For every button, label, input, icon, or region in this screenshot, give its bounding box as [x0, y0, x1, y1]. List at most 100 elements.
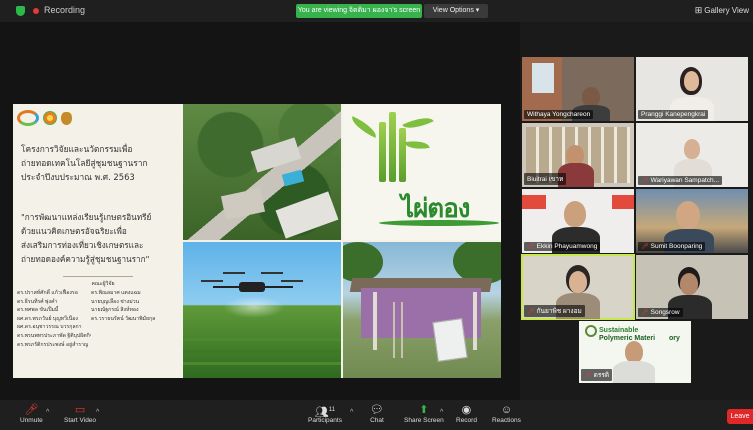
chevron-up-icon[interactable]: ^	[440, 409, 443, 416]
banner-line: Sustainable	[599, 327, 639, 334]
leave-meeting-button[interactable]: Leave	[727, 409, 753, 424]
security-shield-icon[interactable]	[16, 6, 25, 16]
video-off-icon: ▭	[74, 404, 86, 416]
tree	[343, 242, 383, 282]
participant-video-tile[interactable]: 🎤︎ Ekkin Phayuamwong	[522, 189, 634, 253]
participant-video-tile[interactable]: Withaya Yongchareon	[522, 57, 634, 121]
reactions-smiley-icon: ☺	[500, 404, 513, 416]
farm-house-photo	[343, 242, 501, 378]
bamboo-leaf	[402, 112, 434, 134]
banner-text: Sustainable Polymeric Materi ory	[599, 327, 680, 343]
unmute-button[interactable]: 🎤︎ Unmute	[20, 403, 43, 424]
house-post	[373, 292, 377, 350]
team-member: ดร.พรนพทรประภาพัด ฐิติบุปผิตกิจ	[17, 332, 91, 339]
participant-head	[582, 87, 600, 107]
share-screen-button[interactable]: ⬆ Share Screen	[404, 403, 444, 424]
chat-icon: 💬︎	[370, 404, 384, 416]
drone-spraying-photo	[183, 242, 341, 378]
spray-mist	[223, 296, 285, 318]
recycle-icon	[585, 325, 597, 337]
bamboo-logo-panel: ไผ่ตอง	[343, 104, 501, 240]
view-options-button[interactable]: View Options ▾	[424, 4, 488, 18]
muted-mic-icon: 🎤︎	[527, 244, 535, 250]
bamboo-leaf	[348, 116, 380, 138]
participant-video-tile[interactable]: 🎤︎ Sumit Boonparing	[636, 189, 748, 253]
team-row: ดร.ปราสท์ศักดิ์ แก้วเฟื่องรอ ดร.พิณลมาศ แ…	[17, 289, 179, 298]
participant-video-tile[interactable]: 🎤︎ Songsrow	[636, 255, 748, 319]
participant-head	[684, 139, 700, 159]
pool-shape	[281, 169, 305, 187]
participant-video-tile[interactable]: Sustainable Polymeric Materi ory 🎤︎ ดรรดิ	[579, 321, 691, 383]
royal-seal-logo	[61, 111, 72, 125]
muted-mic-icon: 🎤︎	[527, 309, 535, 315]
participants-count: 11	[328, 407, 336, 413]
participant-head	[625, 341, 643, 363]
banner-line: Polymeric Materi ory	[599, 335, 680, 343]
recording-label: Recording	[44, 5, 86, 15]
chat-button[interactable]: 💬︎ Chat	[370, 403, 384, 424]
muted-mic-icon: 🎤︎	[641, 178, 649, 184]
muted-microphone-icon: 🎤︎	[24, 404, 39, 416]
participant-name: Withaya Yongchareon	[524, 110, 594, 119]
whiteboard	[432, 318, 468, 362]
background-window	[532, 63, 554, 93]
meeting-toolbar: 🎤︎ Unmute ^ ▭ Start Video ^ 👥︎11 Partici…	[0, 400, 753, 430]
team-member: ดร.วราธนรัตน์ วัฒนาพิมัยกุล	[91, 315, 156, 322]
aerial-farm-photo	[183, 104, 341, 240]
team-heading: คณะผู้วิจัย	[91, 281, 115, 287]
participants-icon: 👥︎11	[314, 406, 336, 419]
record-button[interactable]: ◉ Record	[456, 403, 477, 424]
banner-background	[522, 195, 546, 209]
share-screen-icon: ⬆	[419, 404, 429, 416]
slide-logos	[17, 110, 72, 126]
participant-name: Pranggi Kanepengkrai	[638, 110, 709, 119]
participant-name: 🎤︎ Wariyawan Sampatch...	[638, 176, 723, 185]
field-row	[183, 362, 341, 365]
chevron-up-icon[interactable]: ^	[46, 409, 49, 416]
participant-name: 🎤︎ Ekkin Phayuamwong	[524, 242, 601, 251]
muted-mic-icon: 🎤︎	[641, 310, 649, 316]
chevron-up-icon[interactable]: ^	[350, 409, 353, 416]
bamboo-swoosh	[379, 220, 499, 226]
chevron-up-icon[interactable]: ^	[96, 409, 99, 416]
gallery-view-label: Gallery View	[704, 6, 749, 15]
field-row	[183, 350, 341, 353]
participants-button[interactable]: 👥︎11 Participants	[308, 403, 342, 424]
start-video-button[interactable]: ▭ Start Video	[64, 403, 96, 424]
bamboo-stalk	[389, 112, 396, 182]
reactions-button[interactable]: ☺ Reactions	[492, 403, 521, 424]
participant-name: 🎤︎ Songsrow	[638, 308, 683, 317]
participant-video-tile[interactable]: Biuitrai เขาห	[522, 123, 634, 187]
unmute-label: Unmute	[20, 417, 43, 424]
slide-subtitle: "การพัฒนาแหล่งเรียนรู้เกษตรอินทรีย์ ด้วย…	[21, 212, 152, 264]
participant-video-tile[interactable]: Pranggi Kanepengkrai	[636, 57, 748, 121]
participant-video-tile[interactable]: 🎤︎ กันยาพิช ผางอม	[521, 254, 635, 320]
participant-head	[680, 273, 698, 295]
meeting-top-bar: Recording You are viewing จิตติมา ผองจา'…	[0, 0, 753, 22]
drone-body	[239, 282, 265, 292]
bamboo-stalk	[399, 128, 406, 182]
gallery-view-button[interactable]: ⊞ Gallery View	[695, 5, 749, 16]
bamboo-leaf	[404, 137, 430, 153]
team-row: ดร.พรนพทรประภาพัด ฐิติบุปผิตกิจ	[17, 332, 179, 341]
team-row: ดร.ธีรนทีรศ์ พุ่งคำ นายบุญเลื่อง ช่างม่วน	[17, 298, 179, 307]
field-row	[183, 338, 341, 341]
participant-video-tile[interactable]: 🎤︎ Wariyawan Sampatch...	[636, 123, 748, 187]
participant-head	[564, 201, 586, 227]
participant-name-text: Songsrow	[650, 309, 680, 316]
gallery-grid-icon: ⊞	[694, 5, 703, 15]
participant-name: Biuitrai เขาห	[524, 173, 567, 185]
slide-divider	[63, 276, 133, 277]
participant-head	[676, 201, 700, 229]
recording-dot-icon	[33, 8, 39, 14]
participant-name-text: Wariyawan Sampatch...	[650, 177, 720, 184]
participant-head	[566, 145, 584, 165]
roof-shape	[275, 191, 339, 239]
chevron-down-icon: ▾	[475, 7, 480, 14]
banner-line-text: ory	[669, 335, 680, 342]
drone-propeller	[281, 280, 303, 282]
view-options-label: View Options	[432, 7, 474, 14]
record-label: Record	[456, 417, 477, 424]
team-row: ดร.พรภรัติกรประพงษ์ อยู่สำราญ	[17, 341, 179, 350]
team-member: ดร.พิณลมาศ แตงแฉม	[91, 290, 141, 296]
